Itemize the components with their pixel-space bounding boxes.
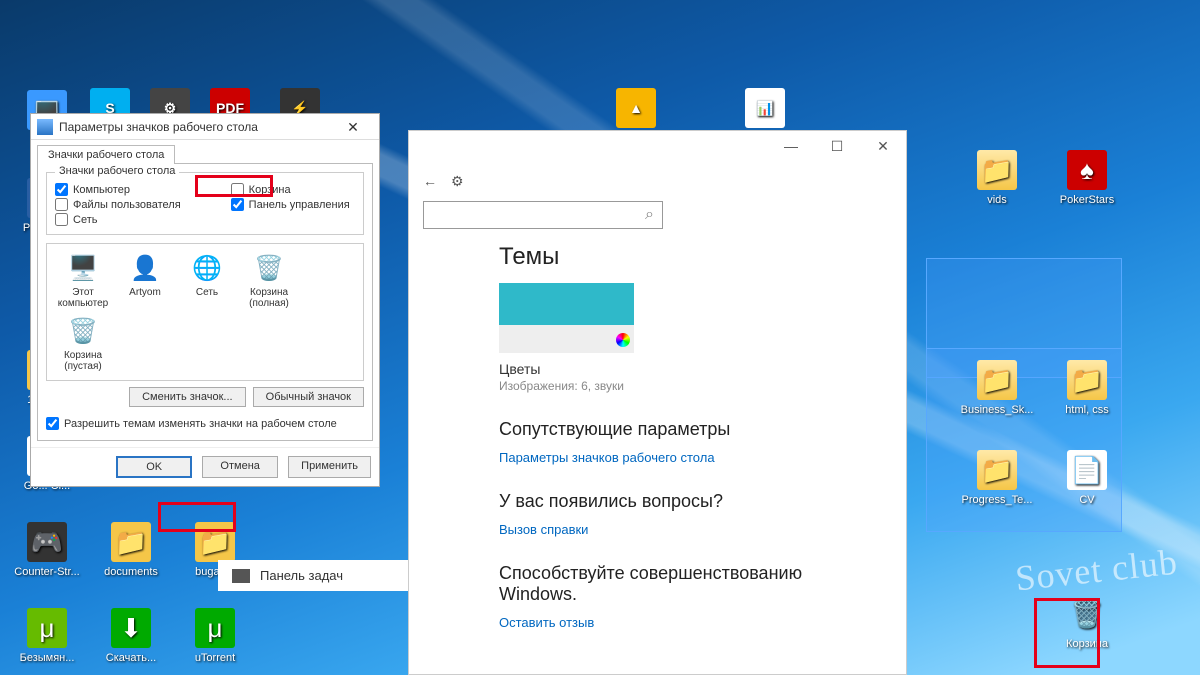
desktop-icon[interactable]: μБезымян... — [10, 608, 84, 664]
theme-thumbnail[interactable] — [499, 283, 634, 353]
desktop-icon[interactable]: 🎮Counter-Str... — [10, 522, 84, 578]
search-input[interactable]: ⌕ — [423, 201, 663, 229]
desktop-icon[interactable]: ▲ — [616, 88, 656, 132]
search-icon: ⌕ — [645, 206, 654, 224]
checkbox-controlpanel[interactable]: Панель управления — [231, 198, 350, 211]
group-label: Значки рабочего стола — [55, 165, 179, 177]
checkbox-recycle[interactable]: Корзина — [231, 183, 350, 196]
change-icon-button[interactable]: Сменить значок... — [129, 387, 246, 407]
cancel-button[interactable]: Отмена — [202, 456, 278, 478]
maximize-button[interactable]: ☐ — [814, 138, 860, 155]
desktop-icon-settings-dialog: Параметры значков рабочего стола ✕ Значк… — [30, 113, 380, 487]
close-icon[interactable]: ✕ — [333, 115, 373, 139]
theme-name: Цветы — [499, 361, 816, 377]
dialog-icon — [37, 119, 53, 135]
apply-button[interactable]: Применить — [288, 456, 371, 478]
desktop-icon[interactable]: ♠PokerStars — [1050, 150, 1124, 206]
related-heading: Сопутствующие параметры — [499, 419, 816, 440]
desktop-icon[interactable]: 📁Progress_Te... — [960, 450, 1034, 506]
help-link[interactable]: Вызов справки — [499, 522, 816, 537]
icon-item[interactable]: 👤Artyom — [117, 252, 173, 309]
help-heading: У вас появились вопросы? — [499, 491, 816, 512]
default-icon-button[interactable]: Обычный значок — [253, 387, 364, 407]
watermark: Sovet club — [1013, 541, 1179, 600]
desktop-icon[interactable]: 🗑️Корзина — [1050, 594, 1124, 650]
dialog-title: Параметры значков рабочего стола — [59, 120, 333, 134]
sidebar-item-taskbar[interactable]: Панель задач — [218, 560, 408, 591]
desktop-icons-link[interactable]: Параметры значков рабочего стола — [499, 450, 816, 465]
checkbox-allow-themes[interactable]: Разрешить темам изменять значки на рабоч… — [46, 417, 364, 430]
checkbox-userfiles[interactable]: Файлы пользователя — [55, 198, 181, 211]
desktop-icon[interactable]: 📁Business_Sk... — [960, 360, 1034, 416]
desktop-icon[interactable]: 📁documents — [94, 522, 168, 578]
feedback-heading: Способствуйте совершенствованию Windows. — [499, 563, 816, 605]
close-button[interactable]: ✕ — [860, 138, 906, 155]
settings-window: — ☐ ✕ ← ⚙ ⌕ Панель задач Темы Цветы Изоб… — [408, 130, 907, 675]
theme-info: Изображения: 6, звуки — [499, 379, 816, 393]
feedback-link[interactable]: Оставить отзыв — [499, 615, 816, 630]
ok-button[interactable]: OK — [116, 456, 192, 478]
tab-desktop-icons[interactable]: Значки рабочего стола — [37, 145, 175, 164]
desktop-icon[interactable]: μuTorrent — [178, 608, 252, 664]
icon-preview-list[interactable]: 🖥️Этот компьютер👤Artyom🌐Сеть🗑️Корзина (п… — [46, 243, 364, 381]
settings-gear-icon[interactable]: ⚙ — [451, 173, 464, 190]
settings-heading: Темы — [499, 243, 816, 271]
desktop-icon[interactable]: 📊 — [745, 88, 785, 132]
checkbox-network[interactable]: Сеть — [55, 213, 181, 226]
taskbar-icon — [232, 569, 250, 583]
desktop-icon[interactable]: ⬇Скачать... — [94, 608, 168, 664]
icon-item[interactable]: 🗑️Корзина (полная) — [241, 252, 297, 309]
icon-item[interactable]: 🌐Сеть — [179, 252, 235, 309]
icon-item[interactable]: 🗑️Корзина (пустая) — [55, 315, 111, 372]
icon-item[interactable]: 🖥️Этот компьютер — [55, 252, 111, 309]
checkbox-computer[interactable]: Компьютер — [55, 183, 181, 196]
back-icon[interactable]: ← — [423, 173, 437, 189]
desktop-icon[interactable]: 📁html, css — [1050, 360, 1124, 416]
minimize-button[interactable]: — — [768, 138, 814, 154]
desktop-icon[interactable]: 📁vids — [960, 150, 1034, 206]
desktop-icon[interactable]: 📄CV — [1050, 450, 1124, 506]
